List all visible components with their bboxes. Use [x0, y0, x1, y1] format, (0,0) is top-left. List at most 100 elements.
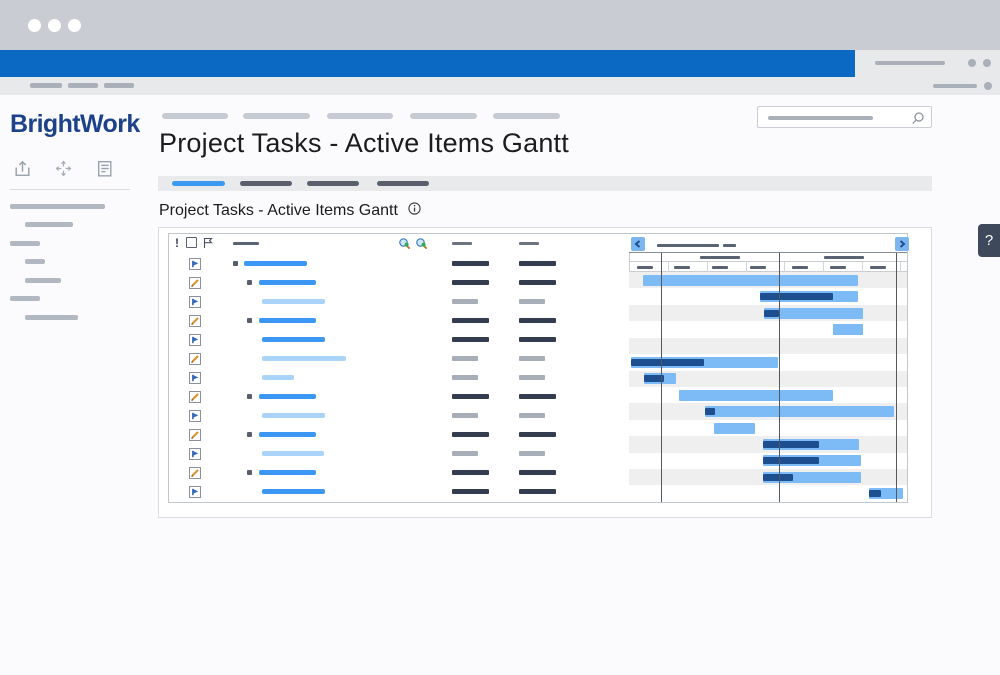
view-tab[interactable] [307, 181, 359, 186]
task-row [169, 482, 627, 501]
move-icon[interactable] [53, 158, 74, 184]
task-title-bar [259, 470, 316, 475]
timescale-divider [784, 262, 785, 272]
gantt-zoom-icon[interactable] [398, 237, 411, 255]
gantt-progress-bar [764, 310, 779, 317]
top-menu-item[interactable] [162, 113, 228, 119]
timescale-week-label-bar [750, 266, 766, 269]
date-column-header-bar[interactable] [452, 242, 472, 245]
window-dot[interactable] [28, 19, 41, 32]
banner-icon-dot[interactable] [968, 59, 976, 67]
timescale-week-label-bar [830, 266, 846, 269]
actionbar-item[interactable] [104, 83, 134, 88]
task-row [169, 406, 627, 425]
sidebar-icon-row [12, 158, 115, 184]
actionbar-item[interactable] [30, 83, 62, 88]
timescale-week-label-bar [712, 266, 728, 269]
gantt-gridline [661, 253, 662, 502]
task-title-bar [262, 451, 324, 456]
gantt-scroll-right-button[interactable] [895, 237, 909, 251]
expand-bullet[interactable] [247, 394, 252, 399]
select-all-checkbox[interactable] [186, 237, 197, 248]
window-dot[interactable] [48, 19, 61, 32]
start-date-bar [452, 470, 489, 475]
help-button[interactable]: ? [978, 224, 1000, 257]
start-date-bar [452, 318, 489, 323]
sidebar-nav-item[interactable] [25, 315, 78, 320]
task-type-icon[interactable] [189, 485, 201, 503]
view-tabstrip [158, 176, 932, 191]
view-tab[interactable] [377, 181, 429, 186]
due-date-bar [519, 413, 545, 418]
actionbar-icon-dot[interactable] [984, 82, 992, 90]
start-date-bar [452, 413, 478, 418]
document-icon[interactable] [94, 158, 115, 184]
task-row [169, 349, 627, 368]
sidebar-nav-item[interactable] [10, 204, 105, 209]
webpart-title: Project Tasks - Active Items Gantt [159, 202, 398, 220]
task-row [169, 425, 627, 444]
gantt-scroll-left-button[interactable] [631, 237, 645, 251]
search-icon[interactable] [911, 111, 925, 130]
sidebar-nav-item[interactable] [25, 278, 61, 283]
top-banner [0, 50, 1000, 77]
expand-bullet[interactable] [233, 261, 238, 266]
banner-icon-dot[interactable] [983, 59, 991, 67]
banner-placeholder-bar [875, 61, 945, 65]
timescale-week-label-bar [792, 266, 808, 269]
suite-bar [0, 50, 855, 77]
start-date-bar [452, 337, 489, 342]
expand-bullet[interactable] [247, 280, 252, 285]
task-row [169, 444, 627, 463]
task-row [169, 311, 627, 330]
page-title: Project Tasks - Active Items Gantt [159, 128, 569, 159]
gantt-zoom-icon[interactable] [415, 237, 428, 255]
view-tab-active[interactable] [172, 181, 225, 186]
gantt-progress-bar [869, 490, 881, 497]
gantt-row-stripe [629, 485, 907, 501]
gantt-progress-bar [631, 359, 704, 366]
start-date-bar [452, 280, 489, 285]
due-date-bar [519, 470, 556, 475]
priority-column-header[interactable]: ! [175, 236, 179, 250]
sidebar-nav-item[interactable] [25, 222, 73, 227]
timescale-month-label-bar [700, 256, 740, 259]
sidebar-nav-item[interactable] [10, 241, 40, 246]
expand-bullet[interactable] [247, 432, 252, 437]
gantt-progress-bar [763, 474, 793, 481]
sidebar-nav-item[interactable] [25, 259, 45, 264]
top-menu-item[interactable] [493, 113, 560, 119]
sidebar-nav-item[interactable] [10, 296, 40, 301]
due-date-bar [519, 299, 545, 304]
view-tab[interactable] [240, 181, 292, 186]
search-box[interactable] [757, 106, 932, 128]
export-icon[interactable] [12, 158, 33, 184]
search-placeholder-bar [768, 116, 873, 120]
gantt-timescale-weeks [629, 262, 907, 272]
timescale-week-label-bar [674, 266, 690, 269]
flag-column-icon[interactable] [202, 236, 214, 254]
timescale-divider [668, 262, 669, 272]
gantt-bar [760, 291, 858, 302]
gantt-bar [705, 406, 894, 417]
date-column-header-bar[interactable] [519, 242, 539, 245]
actionbar-right-item[interactable] [933, 84, 977, 88]
top-menu-item[interactable] [243, 113, 310, 119]
start-date-bar [452, 489, 489, 494]
task-row [169, 368, 627, 387]
timescale-divider [746, 262, 747, 272]
task-row [169, 387, 627, 406]
expand-bullet[interactable] [247, 470, 252, 475]
task-row [169, 292, 627, 311]
top-menu-item[interactable] [410, 113, 477, 119]
window-dot[interactable] [68, 19, 81, 32]
start-date-bar [452, 394, 489, 399]
due-date-bar [519, 280, 556, 285]
top-menu-item[interactable] [327, 113, 393, 119]
expand-bullet[interactable] [247, 318, 252, 323]
actionbar-item[interactable] [68, 83, 98, 88]
info-icon[interactable] [408, 202, 421, 220]
title-column-header-bar[interactable] [233, 242, 259, 245]
due-date-bar [519, 394, 556, 399]
gantt-bar [763, 472, 861, 483]
